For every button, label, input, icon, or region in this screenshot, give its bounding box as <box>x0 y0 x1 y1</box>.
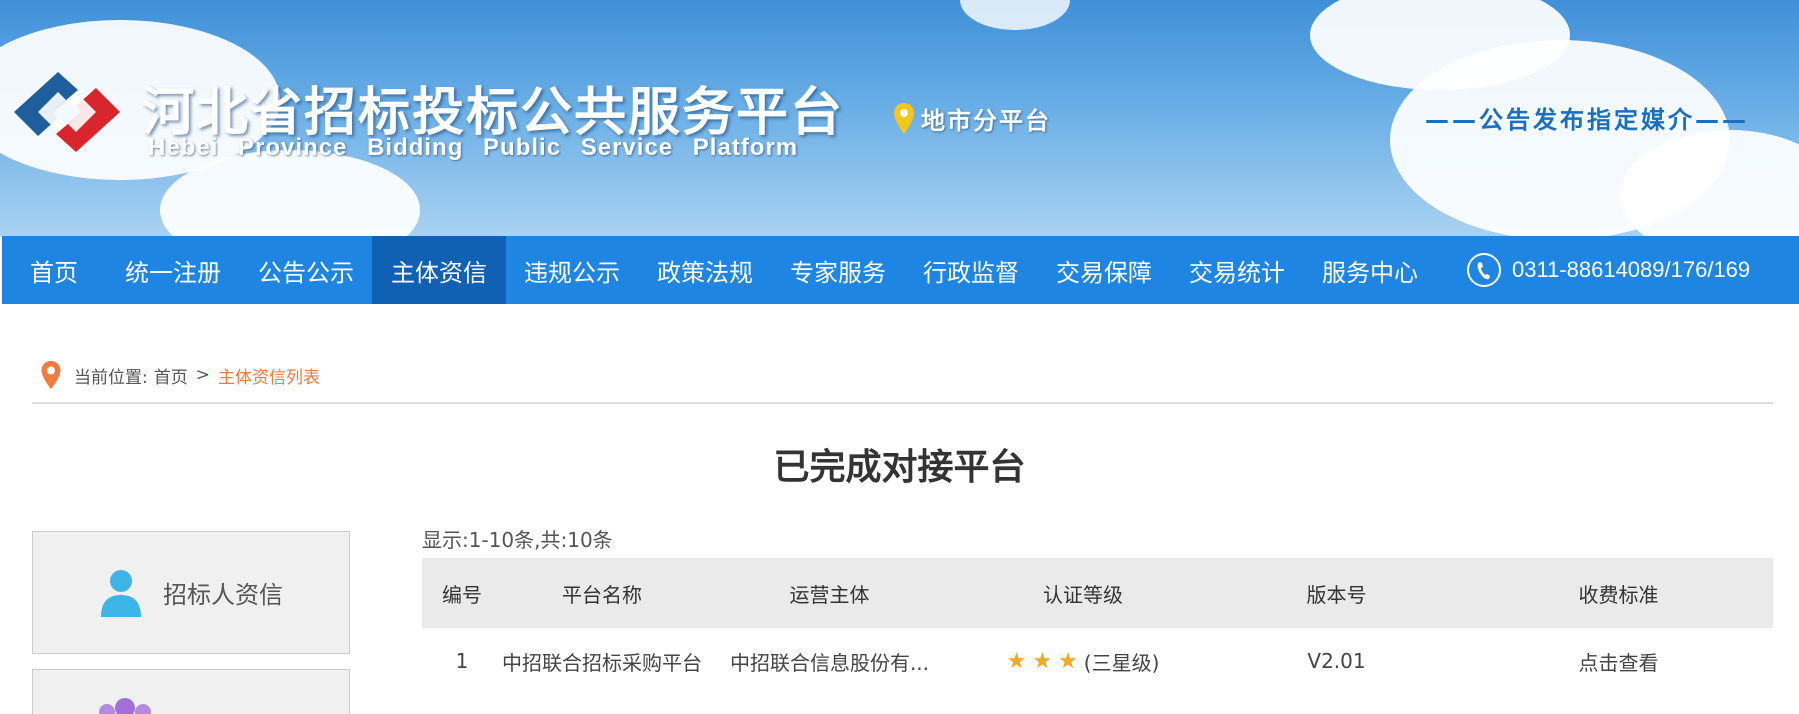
star-icon: ★ <box>1032 648 1053 674</box>
operator-name: 中招联合信息股份有... <box>729 650 930 675</box>
view-fee-link[interactable]: 点击查看 <box>1464 647 1773 676</box>
location-pin-icon <box>894 102 914 134</box>
nav-item-statistics[interactable]: 交易统计 <box>1170 236 1304 304</box>
nav-item-supervision[interactable]: 行政监督 <box>904 236 1038 304</box>
breadcrumb-current: 主体资信列表 <box>217 367 320 388</box>
location-pin-icon <box>41 361 61 389</box>
sidebar-item-tenderer-credit[interactable]: 招标人资信 <box>32 531 350 654</box>
site-header: 河北省招标投标公共服务平台 Hebei Province Bidding Pub… <box>0 0 1799 236</box>
nav-item-guarantee[interactable]: 交易保障 <box>1038 236 1170 304</box>
nav-item-policies[interactable]: 政策法规 <box>638 236 772 304</box>
row-id: 1 <box>455 649 469 673</box>
nav-item-announcements[interactable]: 公告公示 <box>240 236 372 304</box>
media-slogan: ——公告发布指定媒介—— <box>1425 106 1749 134</box>
phone-icon <box>1467 253 1501 287</box>
site-title-en: Hebei Province Bidding Public Service Pl… <box>148 134 799 161</box>
nav-item-credit[interactable]: 主体资信 <box>372 236 506 304</box>
breadcrumb-prefix: 当前位置: <box>74 367 148 388</box>
nav-item-service-center[interactable]: 服务中心 <box>1304 236 1436 304</box>
nav-item-home[interactable]: 首页 <box>2 236 106 304</box>
certification-level: ★ ★ ★ (三星级) <box>957 647 1209 676</box>
city-platform-link[interactable]: 地市分平台 <box>893 101 1051 136</box>
nav-item-register[interactable]: 统一注册 <box>106 236 240 304</box>
breadcrumb: 当前位置: 首页 > 主体资信列表 <box>40 360 320 390</box>
platform-table: 编号 平台名称 运营主体 认证等级 版本号 收费标准 1 中招联合招标采购平台 … <box>422 558 1773 694</box>
breadcrumb-home-link[interactable]: 首页 <box>154 363 188 388</box>
star-icon: ★ <box>1058 648 1078 674</box>
star-icon: ★ <box>1006 648 1027 674</box>
hotline-number: 0311-88614089/176/169 <box>1512 257 1751 282</box>
nav-item-violations[interactable]: 违规公示 <box>506 236 638 304</box>
hotline: 0311-88614089/176/169 <box>1466 236 1750 304</box>
column-header: 编号 <box>442 582 482 607</box>
table-header: 编号 平台名称 运营主体 认证等级 版本号 收费标准 <box>422 558 1773 628</box>
column-header: 收费标准 <box>1578 582 1659 607</box>
version-number: V2.01 <box>1307 649 1366 673</box>
sidebar-item-second[interactable] <box>32 669 350 714</box>
cloud-decoration <box>960 0 1070 30</box>
person-icon <box>101 569 141 617</box>
page-title: 已完成对接平台 <box>773 447 1026 488</box>
column-header: 认证等级 <box>1043 582 1123 607</box>
table-row: 1 中招联合招标采购平台 中招联合信息股份有... ★ ★ ★ (三星级) V2… <box>422 628 1773 694</box>
platform-logo-icon <box>14 72 120 152</box>
column-header: 运营主体 <box>789 582 870 607</box>
column-header: 版本号 <box>1306 582 1367 607</box>
main-nav: 首页 统一注册 公告公示 主体资信 违规公示 政策法规 专家服务 行政监督 交易… <box>2 236 1799 304</box>
nav-item-experts[interactable]: 专家服务 <box>772 236 904 304</box>
breadcrumb-divider <box>32 402 1773 404</box>
result-count: 显示:1-10条,共:10条 <box>422 528 613 552</box>
sidebar-item-label: 招标人资信 <box>163 581 283 609</box>
column-header: 平台名称 <box>562 582 642 607</box>
level-text: (三星级) <box>1083 650 1160 675</box>
people-icon <box>99 698 151 714</box>
rating-stars: ★ ★ ★ (三星级) <box>1007 647 1160 676</box>
breadcrumb-separator: > <box>195 365 210 385</box>
city-platform-label: 地市分平台 <box>921 107 1051 135</box>
platform-name-link[interactable]: 中招联合招标采购平台 <box>502 647 702 676</box>
